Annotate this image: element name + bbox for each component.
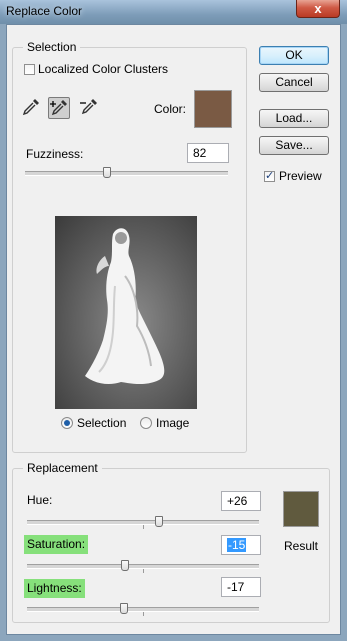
selection-group: Selection Localized Color Clusters Color…	[12, 40, 247, 453]
eyedropper-minus-tool[interactable]	[79, 97, 101, 119]
preview-label[interactable]: Preview	[279, 169, 322, 183]
fuzziness-slider-track[interactable]	[25, 171, 228, 176]
ok-button[interactable]: OK	[259, 46, 329, 65]
replacement-group: Replacement Hue: +26 Saturation: -15 Lig…	[12, 461, 330, 623]
selection-view-label[interactable]: Selection	[77, 416, 126, 430]
eyedropper-tool[interactable]	[21, 97, 43, 119]
selection-color-swatch[interactable]	[194, 90, 232, 128]
localized-clusters-label[interactable]: Localized Color Clusters	[38, 62, 168, 76]
fuzziness-input[interactable]: 82	[187, 143, 229, 163]
selection-legend: Selection	[23, 40, 81, 54]
saturation-slider-thumb[interactable]	[121, 560, 129, 571]
close-button[interactable]: x	[296, 0, 340, 18]
color-label: Color:	[154, 102, 187, 116]
save-button[interactable]: Save...	[259, 136, 329, 155]
fuzziness-label: Fuzziness:	[26, 147, 84, 161]
result-color-swatch[interactable]	[283, 491, 319, 527]
fuzziness-slider-thumb[interactable]	[103, 167, 111, 178]
close-icon: x	[314, 1, 322, 16]
figure-mask-image	[85, 228, 165, 384]
eyedropper-plus-tool[interactable]	[48, 97, 70, 119]
selection-view-radio[interactable]	[61, 417, 73, 429]
eyedropper-icon	[22, 99, 39, 116]
hue-center-tick	[143, 525, 144, 529]
saturation-input[interactable]: -15	[221, 535, 261, 555]
dialog-body: Selection Localized Color Clusters Color…	[6, 24, 341, 635]
saturation-center-tick	[143, 569, 144, 573]
window-frame-right	[341, 24, 347, 641]
saturation-label: Saturation:	[24, 535, 89, 554]
lightness-center-tick	[143, 612, 144, 616]
eyedropper-minus-icon	[80, 99, 97, 115]
image-view-radio[interactable]	[140, 417, 152, 429]
localized-clusters-checkbox[interactable]	[24, 64, 35, 75]
saturation-value-selected: -15	[227, 538, 247, 552]
load-button[interactable]: Load...	[259, 109, 329, 128]
preview-checkbox[interactable]	[264, 169, 275, 182]
lightness-label: Lightness:	[24, 579, 85, 598]
window-title: Replace Color	[6, 4, 83, 18]
result-label: Result	[284, 539, 319, 553]
eyedropper-plus-icon	[50, 100, 67, 116]
replacement-legend: Replacement	[23, 461, 102, 475]
selection-preview-image[interactable]	[55, 216, 197, 409]
lightness-input[interactable]: -17	[221, 577, 261, 597]
lightness-slider-thumb[interactable]	[120, 603, 128, 614]
image-view-label[interactable]: Image	[156, 416, 189, 430]
title-bar[interactable]: Replace Color x	[0, 0, 347, 24]
hue-slider-thumb[interactable]	[155, 516, 163, 527]
hue-input[interactable]: +26	[221, 491, 261, 511]
cancel-button[interactable]: Cancel	[259, 73, 329, 92]
window-frame-bottom	[0, 635, 347, 641]
hue-label: Hue:	[27, 493, 53, 507]
